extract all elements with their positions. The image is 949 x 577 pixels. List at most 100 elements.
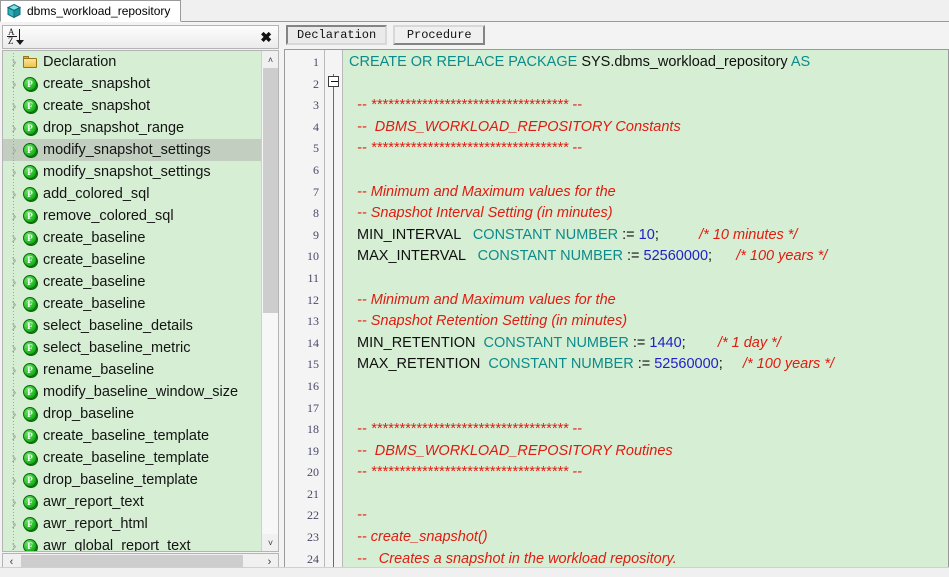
tree-item-label: select_baseline_details bbox=[43, 318, 193, 334]
procedure-icon: P bbox=[22, 274, 39, 291]
tree-item[interactable]: Pcreate_baseline bbox=[3, 271, 261, 293]
tree-item[interactable]: Pdrop_baseline bbox=[3, 403, 261, 425]
code-line bbox=[349, 376, 948, 398]
tree-guide-line bbox=[13, 352, 14, 374]
line-number: 14 bbox=[285, 333, 324, 355]
code-line bbox=[349, 398, 948, 420]
tree-guide-line bbox=[13, 88, 14, 110]
source-code-text[interactable]: CREATE OR REPLACE PACKAGE SYS.dbms_workl… bbox=[343, 50, 948, 570]
code-token-idn: MAX_RETENTION bbox=[349, 356, 488, 372]
tree-item[interactable]: Pdrop_snapshot_range bbox=[3, 117, 261, 139]
code-token-num: 1440 bbox=[649, 335, 681, 351]
tree-toolbar: AZ ✖ bbox=[2, 25, 279, 49]
tree-guide-line bbox=[13, 66, 14, 88]
tree-item[interactable]: Prename_baseline bbox=[3, 359, 261, 381]
expander-chevron-icon[interactable] bbox=[7, 297, 21, 312]
tree-item[interactable]: Padd_colored_sql bbox=[3, 183, 261, 205]
tree-item[interactable]: Declaration bbox=[3, 51, 261, 73]
tree-item[interactable]: Fawr_global_report_text bbox=[3, 535, 261, 551]
expander-chevron-icon[interactable] bbox=[7, 429, 21, 444]
tree-item[interactable]: Fselect_baseline_metric bbox=[3, 337, 261, 359]
expander-chevron-icon[interactable] bbox=[7, 407, 21, 422]
tree-item[interactable]: Fcreate_baseline bbox=[3, 249, 261, 271]
close-x-icon[interactable]: ✖ bbox=[260, 30, 272, 44]
code-token-cmt: /* 10 minutes */ bbox=[659, 227, 798, 243]
expander-chevron-icon[interactable] bbox=[7, 341, 21, 356]
expander-chevron-icon[interactable] bbox=[7, 209, 21, 224]
expander-chevron-icon[interactable] bbox=[7, 517, 21, 532]
tree-guide-line bbox=[13, 264, 14, 286]
tree-item[interactable]: Pcreate_snapshot bbox=[3, 73, 261, 95]
scroll-up-arrow-icon[interactable]: ˄ bbox=[262, 51, 279, 68]
expander-chevron-icon[interactable] bbox=[7, 539, 21, 552]
expander-chevron-icon[interactable] bbox=[7, 473, 21, 488]
expander-chevron-icon[interactable] bbox=[7, 55, 21, 70]
code-line: MIN_RETENTION CONSTANT NUMBER := 1440; /… bbox=[349, 333, 948, 355]
code-folding-gutter[interactable] bbox=[325, 50, 343, 570]
tree-item[interactable]: Pmodify_baseline_window_size bbox=[3, 381, 261, 403]
expander-chevron-icon[interactable] bbox=[7, 253, 21, 268]
tree-item[interactable]: Fselect_baseline_details bbox=[3, 315, 261, 337]
code-line: CREATE OR REPLACE PACKAGE SYS.dbms_workl… bbox=[349, 52, 948, 74]
tree-item[interactable]: Fawr_report_html bbox=[3, 513, 261, 535]
expander-chevron-icon[interactable] bbox=[7, 121, 21, 136]
tree-item[interactable]: Fcreate_baseline bbox=[3, 293, 261, 315]
tree-item-label: modify_baseline_window_size bbox=[43, 384, 238, 400]
sort-az-icon[interactable]: AZ bbox=[7, 28, 25, 46]
tree-vscroll-track[interactable] bbox=[262, 68, 279, 534]
expander-chevron-icon[interactable] bbox=[7, 187, 21, 202]
procedure-icon: P bbox=[22, 142, 39, 159]
tree-guide-line bbox=[13, 242, 14, 264]
tree-vertical-scrollbar[interactable]: ˄ ˅ bbox=[261, 51, 278, 551]
code-line bbox=[349, 74, 948, 96]
code-line: -- *********************************** -… bbox=[349, 419, 948, 441]
tree-item[interactable]: Pcreate_baseline_template bbox=[3, 447, 261, 469]
line-number: 20 bbox=[285, 462, 324, 484]
tree-item-label: drop_baseline bbox=[43, 406, 134, 422]
expander-chevron-icon[interactable] bbox=[7, 77, 21, 92]
tree-item[interactable]: Pcreate_baseline bbox=[3, 227, 261, 249]
tree-item[interactable]: Pmodify_snapshot_settings bbox=[3, 161, 261, 183]
fold-collapse-icon[interactable] bbox=[328, 76, 339, 87]
tree-item[interactable]: Pmodify_snapshot_settings bbox=[3, 139, 261, 161]
tree-item[interactable]: Premove_colored_sql bbox=[3, 205, 261, 227]
expander-chevron-icon[interactable] bbox=[7, 363, 21, 378]
tree-item-label: create_baseline bbox=[43, 296, 145, 312]
expander-chevron-icon[interactable] bbox=[7, 495, 21, 510]
procedure-icon: P bbox=[22, 164, 39, 181]
tab-procedure[interactable]: Procedure bbox=[393, 25, 485, 45]
code-token-cmt: -- bbox=[349, 507, 367, 523]
tree-guide-line bbox=[13, 396, 14, 418]
expander-chevron-icon[interactable] bbox=[7, 99, 21, 114]
expander-chevron-icon[interactable] bbox=[7, 275, 21, 290]
expander-chevron-icon[interactable] bbox=[7, 143, 21, 158]
expander-chevron-icon[interactable] bbox=[7, 165, 21, 180]
document-tab-label: dbms_workload_repository bbox=[27, 4, 170, 18]
tree-item-label: create_baseline_template bbox=[43, 450, 209, 466]
tree-item[interactable]: Fawr_report_text bbox=[3, 491, 261, 513]
code-token-cmt: /* 1 day */ bbox=[686, 335, 781, 351]
expander-chevron-icon[interactable] bbox=[7, 451, 21, 466]
tree-item[interactable]: Pcreate_baseline_template bbox=[3, 425, 261, 447]
tree-item[interactable]: Pdrop_baseline_template bbox=[3, 469, 261, 491]
function-icon: F bbox=[22, 318, 39, 335]
code-line: -- DBMS_WORKLOAD_REPOSITORY Routines bbox=[349, 441, 948, 463]
tab-declaration[interactable]: Declaration bbox=[286, 25, 387, 45]
expander-chevron-icon[interactable] bbox=[7, 231, 21, 246]
code-token-cmt: -- Creates a snapshot in the workload re… bbox=[349, 551, 677, 567]
expander-chevron-icon[interactable] bbox=[7, 385, 21, 400]
expander-chevron-icon[interactable] bbox=[7, 319, 21, 334]
line-number: 15 bbox=[285, 354, 324, 376]
line-number: 13 bbox=[285, 311, 324, 333]
tree-item[interactable]: Fcreate_snapshot bbox=[3, 95, 261, 117]
procedure-icon: P bbox=[22, 362, 39, 379]
document-tab-dbms-workload-repository[interactable]: dbms_workload_repository bbox=[0, 0, 181, 22]
scroll-down-arrow-icon[interactable]: ˅ bbox=[262, 534, 279, 551]
tree-vscroll-thumb[interactable] bbox=[263, 68, 278, 313]
source-pane: Declaration Procedure 1234567891011121314… bbox=[284, 23, 949, 577]
code-token-cmt: -- DBMS_WORKLOAD_REPOSITORY Routines bbox=[349, 443, 673, 459]
source-editor[interactable]: 1234567891011121314151617181920212223242… bbox=[284, 49, 949, 571]
code-token-kw: CONSTANT NUMBER bbox=[478, 248, 627, 264]
tree-guide-line bbox=[13, 286, 14, 308]
tree-guide-line bbox=[13, 220, 14, 242]
